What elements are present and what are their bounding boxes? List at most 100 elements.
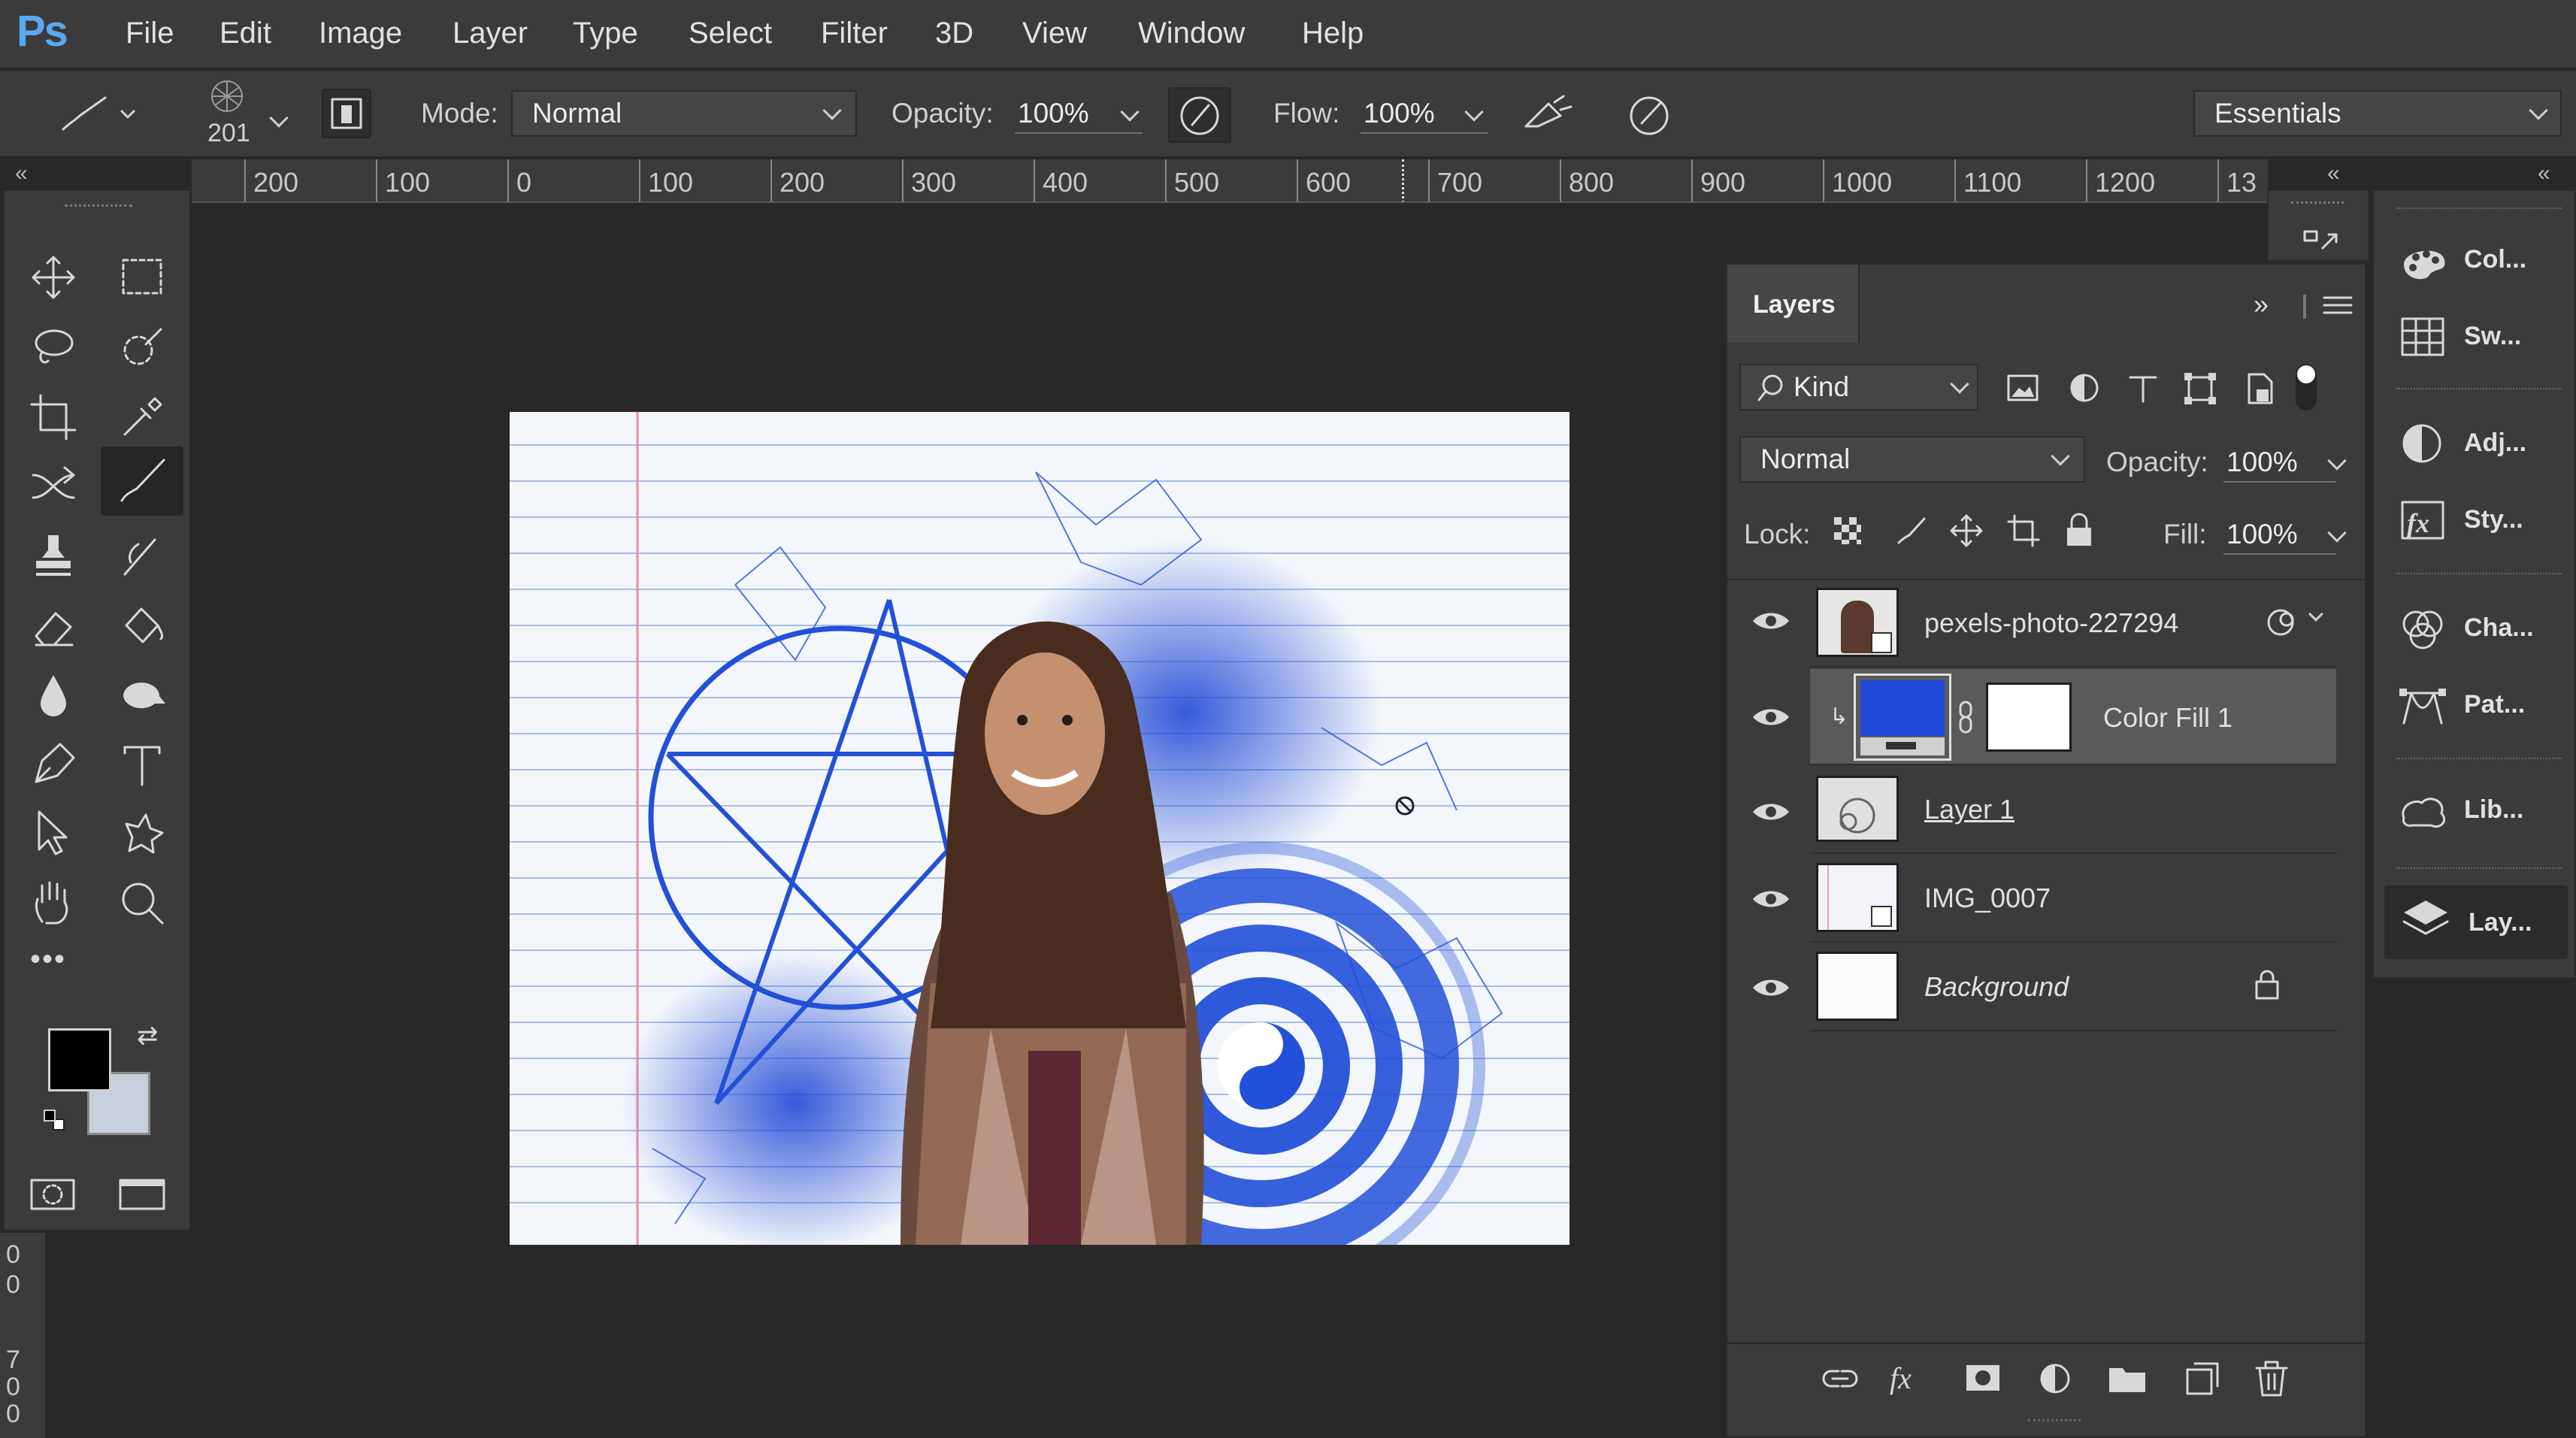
layer-row-pexels[interactable]: pexels-photo-227294 (1810, 579, 2336, 668)
brush-size-picker[interactable]: 201 (192, 77, 298, 152)
collapsed-panel-strip[interactable] (2267, 189, 2369, 262)
foreground-color-swatch[interactable] (48, 1028, 111, 1091)
trash-icon[interactable] (2249, 1356, 2294, 1401)
layers-tab[interactable]: Layers (1727, 265, 1860, 343)
collapse-tools-icon[interactable]: « (15, 161, 28, 186)
filter-kind-dropdown[interactable]: Kind (1739, 364, 1978, 410)
dock-color[interactable]: Col... (2404, 238, 2569, 298)
layer-lock-icon (2255, 970, 2279, 1000)
dock-libraries[interactable]: Lib... (2402, 788, 2569, 848)
move-tool-icon[interactable] (27, 251, 80, 307)
quick-mask-icon[interactable] (27, 1176, 80, 1217)
filter-pixel-icon[interactable] (2004, 370, 2042, 411)
brush-tool-icon[interactable] (101, 447, 183, 516)
layer-row-background[interactable]: Background (1810, 943, 2336, 1031)
layer-opacity-input[interactable]: 100% (2223, 447, 2336, 483)
blur-tool-icon[interactable] (27, 669, 80, 725)
layer-row-color-fill[interactable]: ↳ Color Fill 1 (1810, 669, 2336, 765)
menu-select[interactable]: Select (689, 17, 772, 50)
edit-toolbar-button[interactable]: ••• (30, 943, 66, 976)
lock-position-icon[interactable] (1948, 513, 1984, 552)
filter-toggle[interactable] (2296, 364, 2317, 410)
adjustment-layer-icon[interactable] (2033, 1356, 2078, 1401)
crop-tool-icon[interactable] (27, 391, 80, 447)
eyedropper-tool-icon[interactable] (116, 391, 168, 447)
collapse-dock-icon[interactable]: « (2538, 161, 2550, 186)
panel-menu-icon[interactable] (2321, 292, 2354, 322)
paint-bucket-tool-icon[interactable] (116, 600, 168, 656)
collapse-panels-icon[interactable]: « (2327, 161, 2340, 186)
marquee-tool-icon[interactable] (116, 251, 168, 307)
clone-stamp-tool-icon[interactable] (27, 529, 80, 586)
healing-brush-tool-icon[interactable] (27, 460, 80, 516)
layer-visibility-eye-icon[interactable] (1750, 976, 1792, 1000)
workspace-dropdown[interactable]: Essentials (2193, 90, 2562, 137)
add-mask-icon[interactable] (1960, 1356, 2005, 1401)
document-canvas[interactable] (510, 412, 1570, 1245)
dock-libraries-label: Lib... (2464, 795, 2524, 824)
group-folder-icon[interactable] (2105, 1356, 2150, 1401)
hand-tool-icon[interactable] (27, 876, 80, 933)
lock-transparent-icon[interactable] (1831, 514, 1864, 551)
menu-file[interactable]: File (126, 17, 174, 50)
blend-mode-dropdown[interactable]: Normal (1739, 436, 2085, 483)
collapse-panel-icon[interactable]: » (2254, 289, 2269, 320)
path-selection-tool-icon[interactable] (27, 807, 80, 864)
pressure-opacity-button[interactable] (1168, 87, 1231, 143)
new-layer-icon[interactable] (2177, 1356, 2222, 1401)
ruler-label: 1000 (1832, 167, 1893, 198)
swap-colors-icon[interactable]: ⇄ (137, 1021, 159, 1051)
lasso-tool-icon[interactable] (27, 322, 80, 378)
menu-layer[interactable]: Layer (453, 17, 528, 50)
dodge-tool-icon[interactable] (116, 669, 168, 725)
type-tool-icon[interactable] (116, 738, 168, 795)
custom-shape-tool-icon[interactable] (116, 807, 168, 864)
dock-layers[interactable]: Lay... (2384, 886, 2568, 959)
dock-styles[interactable]: fx Sty... (2401, 498, 2569, 558)
filter-type-icon[interactable] (2124, 370, 2162, 411)
brush-panel-toggle[interactable] (322, 89, 371, 138)
menu-window[interactable]: Window (1138, 17, 1245, 50)
menu-view[interactable]: View (1022, 17, 1087, 50)
quick-selection-tool-icon[interactable] (116, 322, 168, 378)
lock-pixels-icon[interactable] (1894, 514, 1927, 551)
menu-3d[interactable]: 3D (935, 17, 973, 50)
fill-input[interactable]: 100% (2223, 519, 2336, 555)
smart-object-link-icon[interactable] (2264, 604, 2302, 642)
pen-tool-icon[interactable] (27, 738, 80, 795)
link-layers-icon[interactable] (1818, 1356, 1863, 1401)
layer-visibility-eye-icon[interactable] (1750, 609, 1792, 633)
layer-row-layer-1[interactable]: Layer 1 (1810, 765, 2336, 854)
screen-mode-icon[interactable] (116, 1176, 168, 1217)
zoom-tool-icon[interactable] (116, 876, 168, 933)
eraser-tool-icon[interactable] (27, 600, 80, 656)
filter-shape-icon[interactable] (2181, 370, 2219, 411)
layer-visibility-eye-icon[interactable] (1750, 800, 1792, 824)
default-colors-icon[interactable] (44, 1110, 66, 1132)
menu-edit[interactable]: Edit (219, 17, 271, 50)
layer-visibility-eye-icon[interactable] (1750, 705, 1792, 729)
menu-image[interactable]: Image (319, 17, 402, 50)
dock-channels[interactable]: Cha... (2402, 606, 2569, 666)
lock-all-icon[interactable] (2063, 513, 2096, 552)
brush-settings-icon (331, 98, 362, 129)
pressure-size-button[interactable] (1619, 87, 1682, 143)
mode-dropdown[interactable]: Normal (511, 90, 857, 137)
menu-type[interactable]: Type (573, 17, 638, 50)
lock-artboard-icon[interactable] (2005, 513, 2042, 552)
airbrush-button[interactable] (1515, 87, 1579, 143)
history-brush-tool-icon[interactable] (116, 529, 168, 586)
filter-adjustment-icon[interactable] (2066, 370, 2103, 411)
dock-swatches[interactable]: Sw... (2401, 314, 2569, 374)
filter-smart-object-icon[interactable] (2242, 370, 2279, 411)
menu-filter[interactable]: Filter (821, 17, 888, 50)
menu-help[interactable]: Help (1302, 17, 1364, 50)
layer-row-img-0007[interactable]: IMG_0007 (1810, 854, 2336, 943)
dock-adjustments[interactable]: Adj... (2402, 421, 2569, 481)
fx-icon[interactable]: fx (1890, 1361, 1912, 1396)
mask-link-icon[interactable] (1956, 699, 1978, 737)
tool-preset-picker[interactable] (53, 90, 135, 138)
layer-mask-thumbnail[interactable] (1986, 683, 2072, 752)
layer-visibility-eye-icon[interactable] (1750, 887, 1792, 911)
dock-paths[interactable]: Pat... (2399, 683, 2569, 743)
